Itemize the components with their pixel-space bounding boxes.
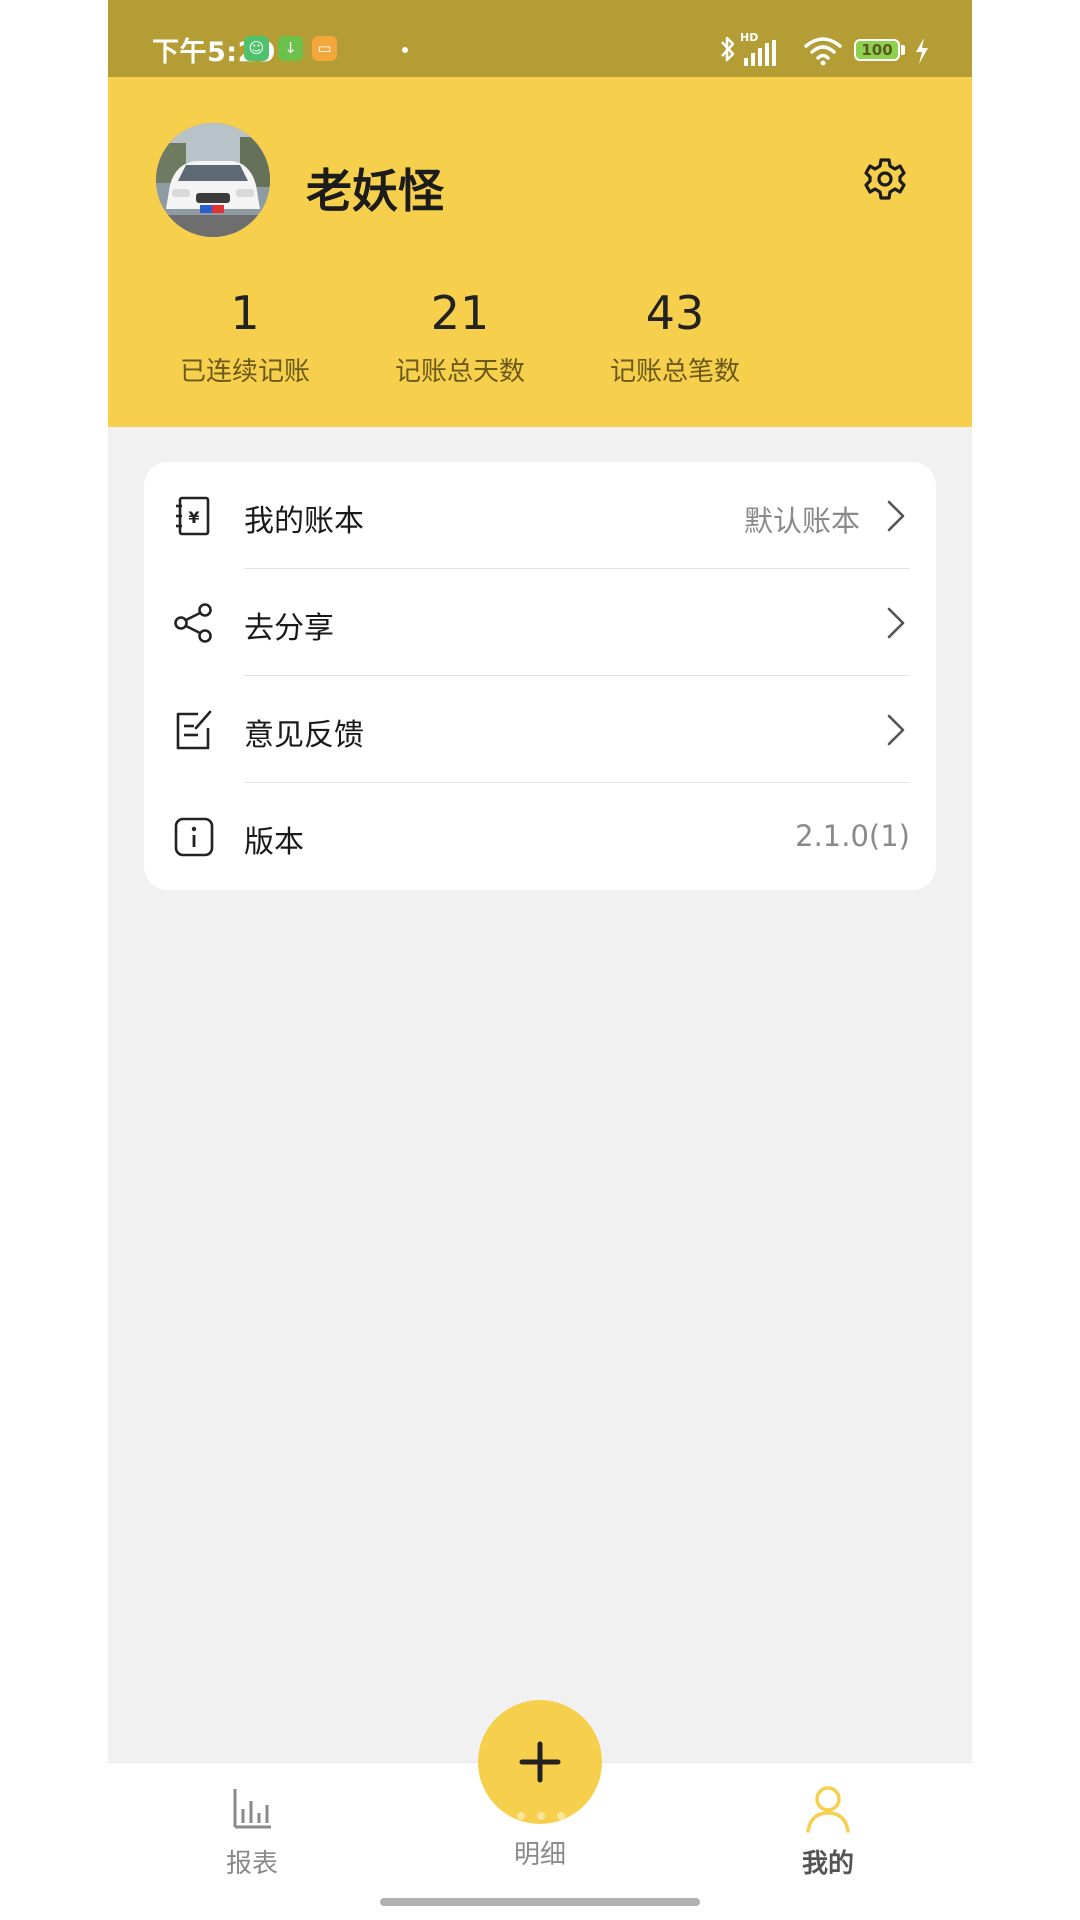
stat-label: 已连续记账 — [179, 357, 310, 387]
menu-item-share[interactable]: 去分享 — [144, 569, 936, 676]
menu-value: 默认账本 — [743, 504, 860, 538]
status-bar: 下午5:29 ☺ ↓ ▭ HD 100 — [108, 0, 972, 77]
stat-value: 1 — [230, 286, 260, 340]
battery-icon: 100 — [854, 39, 900, 61]
menu-label: 我的账本 — [244, 504, 364, 539]
add-record-button[interactable] — [478, 1700, 602, 1824]
share-icon — [174, 603, 212, 643]
stat-label: 记账总笔数 — [609, 357, 740, 387]
signal-icon — [744, 40, 776, 66]
feedback-icon — [176, 710, 212, 750]
cat-app-icon: ☺ — [244, 36, 269, 61]
menu-item-version[interactable]: 版本 2.1.0(1) — [144, 783, 936, 890]
app-screen: 下午5:29 ☺ ↓ ▭ HD 100 老妖怪 1 已连续记账 21 记账总天数… — [108, 0, 972, 1920]
person-icon — [806, 1786, 850, 1833]
chevron-right-icon — [887, 607, 905, 639]
stat-value: 21 — [430, 286, 490, 340]
chevron-right-icon — [887, 500, 905, 532]
stat-label: 记账总天数 — [394, 357, 525, 387]
stat-consecutive: 1 已连续记账 — [125, 285, 365, 388]
menu-label: 去分享 — [244, 611, 334, 646]
plus-icon — [519, 1741, 561, 1783]
menu-item-feedback[interactable]: 意见反馈 — [144, 676, 936, 783]
bluetooth-icon — [721, 36, 735, 62]
ledger-icon: ¥ — [176, 496, 210, 536]
version-value: 2.1.0(1) — [795, 819, 910, 853]
menu-card: ¥ 我的账本 默认账本 去分享 意见反馈 版本 2.1.0(1) — [144, 462, 936, 890]
stat-value: 43 — [645, 286, 705, 340]
username: 老妖怪 — [306, 164, 444, 218]
menu-label: 版本 — [244, 825, 304, 860]
charging-icon — [916, 38, 928, 64]
nav-report[interactable]: 报表 — [172, 1783, 332, 1880]
more-notifications-dot — [402, 47, 408, 53]
chevron-right-icon — [887, 714, 905, 746]
stat-total-entries: 43 记账总笔数 — [555, 285, 795, 388]
nav-mine[interactable]: 我的 — [748, 1783, 908, 1880]
loading-dots-icon — [517, 1812, 565, 1820]
battery-tip — [901, 45, 905, 55]
profile-header: 老妖怪 1 已连续记账 21 记账总天数 43 记账总笔数 — [108, 77, 972, 427]
download-icon: ↓ — [278, 36, 303, 61]
gear-icon[interactable] — [863, 157, 907, 201]
page: 下午5:29 ☺ ↓ ▭ HD 100 老妖怪 1 已连续记账 21 记账总天数… — [0, 0, 1080, 1920]
bar-chart-icon — [233, 1789, 271, 1829]
nav-label: 我的 — [801, 1849, 854, 1879]
stat-total-days: 21 记账总天数 — [340, 285, 580, 388]
nav-detail-label[interactable]: 明细 — [460, 1834, 620, 1871]
message-icon: ▭ — [312, 36, 337, 61]
home-indicator[interactable] — [380, 1898, 700, 1906]
info-icon — [174, 817, 214, 857]
wifi-icon — [804, 37, 842, 66]
svg-text:¥: ¥ — [188, 508, 199, 527]
menu-item-ledger[interactable]: ¥ 我的账本 默认账本 — [144, 462, 936, 569]
nav-label: 报表 — [225, 1849, 278, 1879]
menu-label: 意见反馈 — [244, 718, 364, 753]
car-photo-avatar — [156, 123, 270, 237]
avatar[interactable] — [156, 123, 270, 237]
